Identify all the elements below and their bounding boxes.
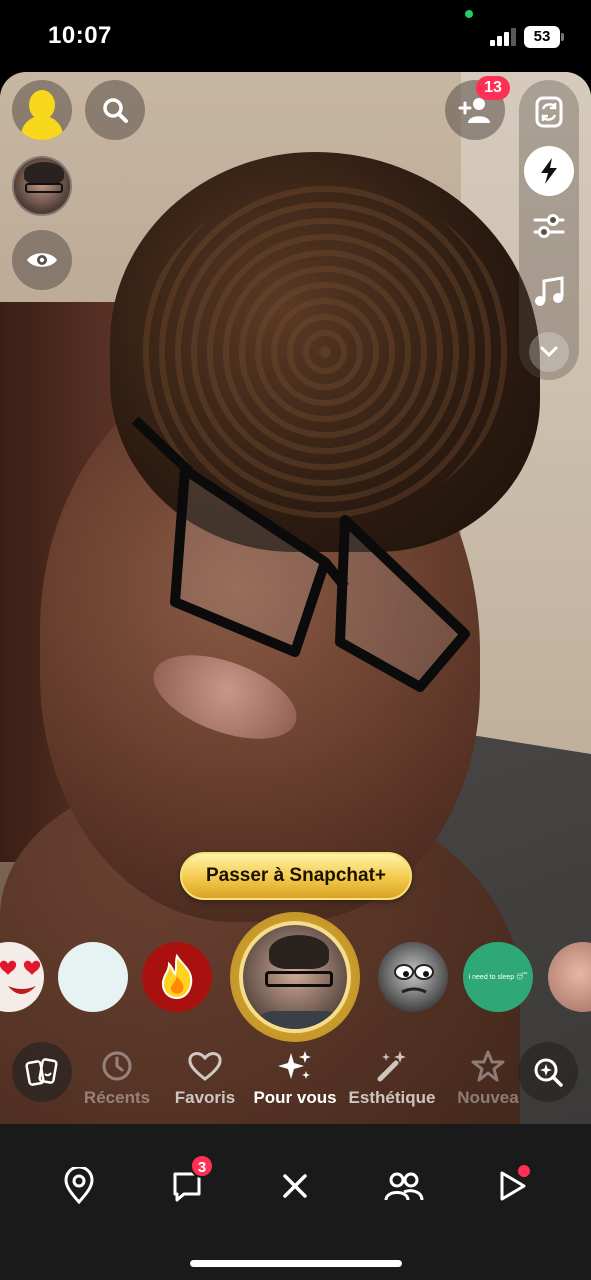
friends-icon (384, 1172, 424, 1201)
lens-search-button[interactable] (518, 1042, 578, 1102)
camera-settings-button[interactable] (519, 196, 579, 256)
search-icon (103, 98, 128, 123)
lens-plain-white[interactable] (58, 942, 128, 1012)
flash-button[interactable] (524, 146, 574, 196)
tab-aesthetic-label: Esthétique (348, 1088, 436, 1107)
music-button[interactable] (519, 262, 579, 322)
add-friend-icon (458, 98, 490, 123)
tab-for-you[interactable]: Pour vous (245, 1046, 345, 1108)
bitmoji-body (21, 116, 63, 140)
tab-aesthetic[interactable]: Esthétique (342, 1046, 442, 1108)
tab-favorites-label: Favoris (174, 1088, 236, 1107)
status-bar: 10:07 53 (0, 0, 591, 72)
camera-in-use-indicator (465, 10, 473, 18)
snapchat-plus-upgrade-button[interactable]: Passer à Snapchat+ (180, 852, 412, 900)
history-icon (102, 1051, 132, 1081)
lens-explorer-button[interactable] (12, 1042, 72, 1102)
friend-requests-badge: 13 (476, 76, 510, 100)
lens-text-label: i need to sleep 😴 (468, 974, 528, 981)
music-note-icon (535, 276, 564, 306)
heart-icon (188, 1052, 222, 1081)
tab-recents-label: Récents (83, 1088, 151, 1107)
view-toggle-button[interactable] (12, 230, 72, 290)
map-pin-icon (64, 1167, 94, 1205)
capture-button[interactable] (230, 912, 360, 1042)
sparkles-icon (278, 1051, 311, 1079)
chat-unread-badge: 3 (190, 1154, 214, 1178)
sliders-icon (533, 214, 565, 238)
tab-for-you-label: Pour vous (253, 1088, 337, 1107)
battery-indicator: 53 (524, 26, 564, 48)
flip-camera-icon (535, 96, 563, 128)
chevron-down-icon (540, 346, 558, 358)
active-lens-preview-button[interactable] (12, 156, 72, 216)
flip-camera-button[interactable] (519, 82, 579, 142)
close-icon (283, 1174, 307, 1198)
bitmoji-avatar-button[interactable] (12, 80, 72, 140)
tab-new-label: Nouvea (457, 1088, 519, 1107)
tab-recents[interactable]: Récents (67, 1046, 167, 1108)
signal-icon (490, 28, 518, 46)
flash-icon (541, 158, 557, 184)
magic-wand-icon (377, 1051, 406, 1082)
more-tools-button[interactable] (529, 332, 569, 372)
nav-stories[interactable] (484, 1158, 540, 1214)
fire-icon (161, 954, 193, 1000)
cards-icon (25, 1058, 58, 1086)
cartoon-face-icon (394, 964, 434, 994)
star-icon (471, 1050, 505, 1082)
lens-glasses-overlay (131, 416, 470, 692)
stories-notification-dot (516, 1163, 532, 1179)
lens-text-sticker[interactable]: i need to sleep 😴 (463, 942, 533, 1012)
lens-cartoon-face[interactable] (378, 942, 448, 1012)
eye-icon (27, 253, 57, 267)
nav-friends[interactable] (376, 1158, 432, 1214)
search-button[interactable] (85, 80, 145, 140)
nav-map[interactable] (51, 1158, 107, 1214)
selected-lens-preview (239, 921, 351, 1033)
nav-close-camera[interactable] (267, 1158, 323, 1214)
home-indicator (190, 1260, 402, 1267)
tab-favorites[interactable]: Favoris (155, 1046, 255, 1108)
status-time: 10:07 (48, 22, 112, 49)
lens-search-icon (534, 1058, 563, 1087)
lens-fire[interactable] (142, 942, 212, 1012)
